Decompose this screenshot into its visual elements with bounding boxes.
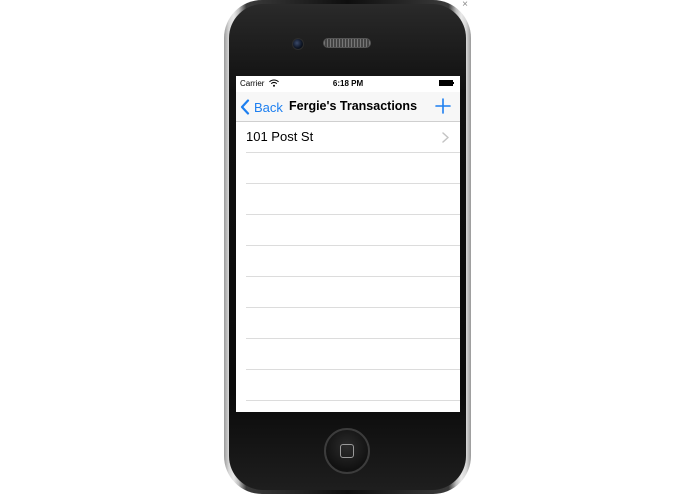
status-bar: Carrier 6:18 PM <box>236 76 460 92</box>
navigation-bar: Back Fergie's Transactions <box>236 92 460 122</box>
list-item <box>236 153 460 184</box>
page-title: Fergie's Transactions <box>289 99 418 113</box>
chevron-right-icon <box>442 132 449 143</box>
chevron-left-icon <box>240 99 250 115</box>
list-item <box>236 401 460 412</box>
list-item <box>236 370 460 401</box>
transactions-list: 101 Post St <box>236 122 460 412</box>
list-item <box>236 308 460 339</box>
close-icon[interactable]: × <box>460 0 470 10</box>
home-button[interactable] <box>324 428 370 474</box>
list-item <box>236 277 460 308</box>
list-item <box>236 215 460 246</box>
plus-icon[interactable] <box>434 97 452 115</box>
home-square-icon <box>340 444 354 458</box>
list-item <box>236 339 460 370</box>
list-item <box>236 246 460 277</box>
front-camera-icon <box>292 38 304 50</box>
earpiece-speaker <box>323 38 371 48</box>
list-item[interactable]: 101 Post St <box>236 122 460 153</box>
status-time: 6:18 PM <box>332 79 364 88</box>
list-item-label: 101 Post St <box>246 129 314 144</box>
list-item <box>236 184 460 215</box>
battery-icon <box>439 80 453 86</box>
back-button[interactable]: Back <box>240 97 283 117</box>
back-label: Back <box>254 99 283 115</box>
simulator-screen: Carrier 6:18 PM Back Fergie's Transactio… <box>236 76 460 412</box>
battery-tip <box>453 82 454 84</box>
